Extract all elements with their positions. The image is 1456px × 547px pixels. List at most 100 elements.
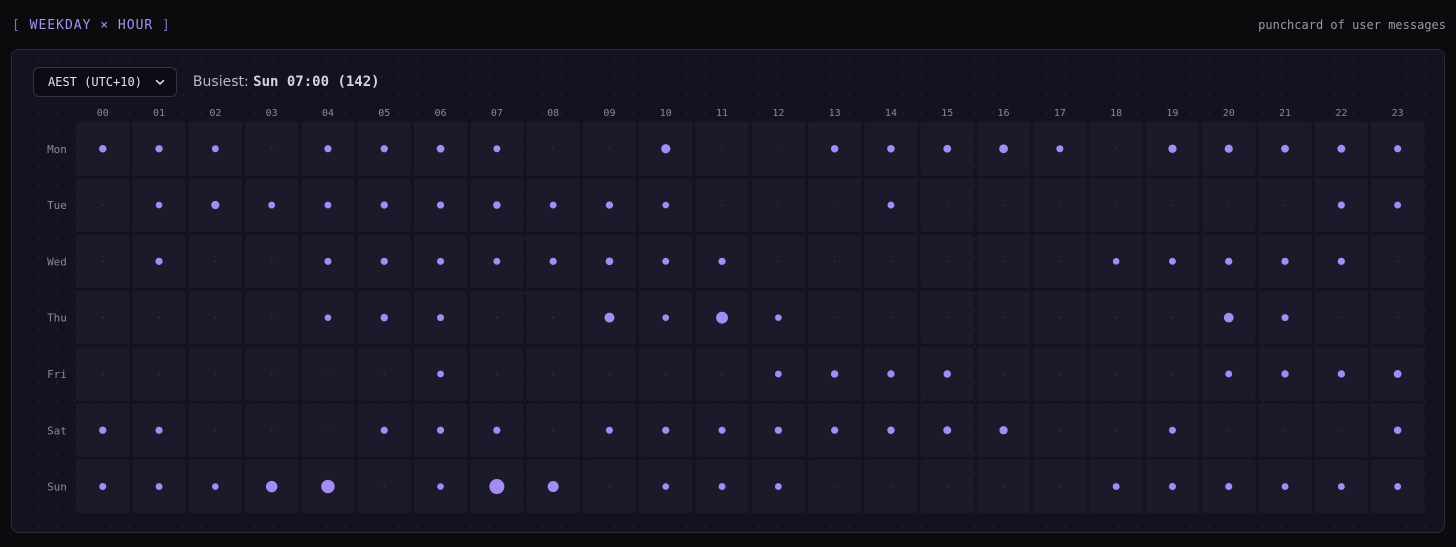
hour-label: 17 bbox=[1054, 108, 1066, 119]
hour-label: 16 bbox=[998, 108, 1010, 119]
punchcard-empty-dot bbox=[777, 147, 780, 150]
punchcard-empty-dot bbox=[833, 204, 836, 206]
punchcard-dot bbox=[493, 145, 501, 153]
punchcard-empty-dot bbox=[496, 316, 498, 319]
punchcard-dot bbox=[662, 426, 670, 434]
punchcard-dot bbox=[943, 144, 952, 153]
punchcard-empty-dot bbox=[270, 316, 273, 319]
section-title: [ WEEKDAY × HOUR ] bbox=[12, 18, 171, 33]
punchcard-empty-dot bbox=[1396, 316, 1399, 319]
day-label: Thu bbox=[47, 312, 67, 325]
punchcard-empty-dot bbox=[721, 373, 723, 375]
punchcard-empty-dot bbox=[1059, 485, 1061, 488]
punchcard-dot bbox=[549, 257, 557, 265]
punchcard-empty-dot bbox=[270, 147, 273, 150]
punchcard-empty-dot bbox=[270, 429, 273, 432]
punchcard-empty-dot bbox=[101, 373, 104, 375]
chevron-down-icon bbox=[155, 79, 165, 85]
section-subtitle: punchcard of user messages bbox=[1258, 18, 1446, 32]
punchcard-empty-dot bbox=[158, 316, 160, 319]
hour-label: 14 bbox=[885, 108, 897, 119]
punchcard-dot bbox=[437, 314, 445, 322]
punchcard-dot bbox=[1168, 483, 1176, 491]
punchcard-dot bbox=[943, 426, 952, 435]
punchcard-empty-dot bbox=[1059, 260, 1061, 263]
punchcard-dot bbox=[380, 145, 388, 153]
punchcard-dot bbox=[380, 426, 388, 434]
hour-label: 00 bbox=[97, 108, 109, 119]
punchcard-dot bbox=[1393, 426, 1402, 435]
punchcard-dot bbox=[605, 201, 614, 209]
hour-label: 19 bbox=[1166, 108, 1178, 119]
punchcard-empty-dot bbox=[1396, 260, 1399, 263]
punchcard-dot bbox=[324, 201, 332, 209]
section-title-text: WEEKDAY × HOUR bbox=[29, 17, 154, 33]
punchcard-dot bbox=[943, 370, 951, 378]
punchcard-empty-dot bbox=[214, 373, 217, 375]
punchcard-empty-dot bbox=[1171, 373, 1174, 375]
punchcard-empty-dot bbox=[721, 204, 723, 206]
punchcard-empty-dot bbox=[946, 204, 949, 206]
punchcard-empty-dot bbox=[214, 260, 217, 263]
hour-label: 22 bbox=[1335, 108, 1347, 119]
bracket-close: ] bbox=[153, 17, 171, 33]
punchcard-dot bbox=[1281, 257, 1289, 265]
punchcard-dot bbox=[1225, 483, 1233, 491]
punchcard-dot bbox=[493, 201, 501, 209]
busiest-summary: Busiest: Sun 07:00 (142) bbox=[193, 74, 380, 90]
punchcard-empty-dot bbox=[1002, 485, 1005, 488]
hour-label: 10 bbox=[660, 108, 672, 119]
chart-controls: AEST (UTC+10) Busiest: Sun 07:00 (142) bbox=[33, 67, 380, 97]
punchcard-empty-dot bbox=[946, 260, 949, 263]
punchcard-dot bbox=[155, 257, 163, 265]
punchcard-empty-dot bbox=[101, 316, 104, 319]
punchcard-dot bbox=[547, 481, 559, 493]
punchcard-empty-dot bbox=[1227, 204, 1230, 206]
punchcard-empty-dot bbox=[552, 373, 554, 375]
punchcard-dot bbox=[324, 145, 332, 153]
punchcard-dot bbox=[155, 426, 163, 434]
punchcard-dot bbox=[887, 201, 895, 209]
punchcard-dot bbox=[1337, 257, 1345, 265]
punchcard-dot bbox=[1337, 370, 1346, 378]
punchcard-dot bbox=[774, 370, 782, 378]
hour-label: 18 bbox=[1110, 108, 1122, 119]
bracket-open: [ bbox=[12, 17, 30, 33]
punchcard-dot bbox=[1337, 483, 1345, 491]
punchcard-dot bbox=[493, 426, 501, 434]
punchcard-empty-dot bbox=[1059, 316, 1061, 319]
punchcard-dot bbox=[436, 144, 445, 153]
punchcard-dot bbox=[716, 311, 728, 324]
punchcard-dot bbox=[437, 483, 444, 490]
punchcard-dot bbox=[605, 426, 613, 434]
punchcard-dot bbox=[1168, 426, 1176, 434]
punchcard-empty-dot bbox=[214, 316, 217, 319]
punchcard-empty-dot bbox=[1171, 204, 1174, 206]
busiest-label: Busiest: bbox=[192, 74, 249, 90]
timezone-select[interactable]: AEST (UTC+10) bbox=[33, 67, 177, 97]
hour-label: 21 bbox=[1279, 108, 1291, 119]
punchcard-dot bbox=[1337, 201, 1345, 209]
punchcard-dot bbox=[830, 370, 839, 378]
punchcard-empty-dot bbox=[383, 485, 386, 488]
punchcard-chart: 00 01 02 03 04 05 06 07 08 09 10 11 12 13 14 15 16 17 18 19… bbox=[47, 108, 1425, 514]
punchcard-dot bbox=[436, 426, 445, 434]
punchcard-empty-dot bbox=[1115, 316, 1117, 319]
hour-label: 09 bbox=[603, 108, 615, 119]
busiest-value: Sun 07:00 (142) bbox=[253, 74, 380, 90]
punchcard-dot bbox=[662, 483, 670, 490]
punchcard-empty-dot bbox=[946, 316, 949, 319]
punchcard-dot bbox=[436, 201, 445, 209]
hour-label: 23 bbox=[1392, 108, 1404, 119]
hour-label: 07 bbox=[491, 108, 503, 119]
day-label: Sat bbox=[47, 424, 67, 437]
punchcard-dot bbox=[211, 145, 219, 153]
punchcard-dot bbox=[1056, 145, 1064, 153]
punchcard-dot bbox=[887, 144, 895, 153]
punchcard-empty-dot bbox=[833, 260, 836, 263]
punchcard-dot bbox=[324, 257, 332, 265]
hour-label: 08 bbox=[547, 108, 559, 119]
punchcard-empty-dot bbox=[777, 260, 780, 263]
punchcard-empty-dot bbox=[833, 316, 836, 319]
section-header: [ WEEKDAY × HOUR ] punchcard of user mes… bbox=[12, 14, 1446, 36]
